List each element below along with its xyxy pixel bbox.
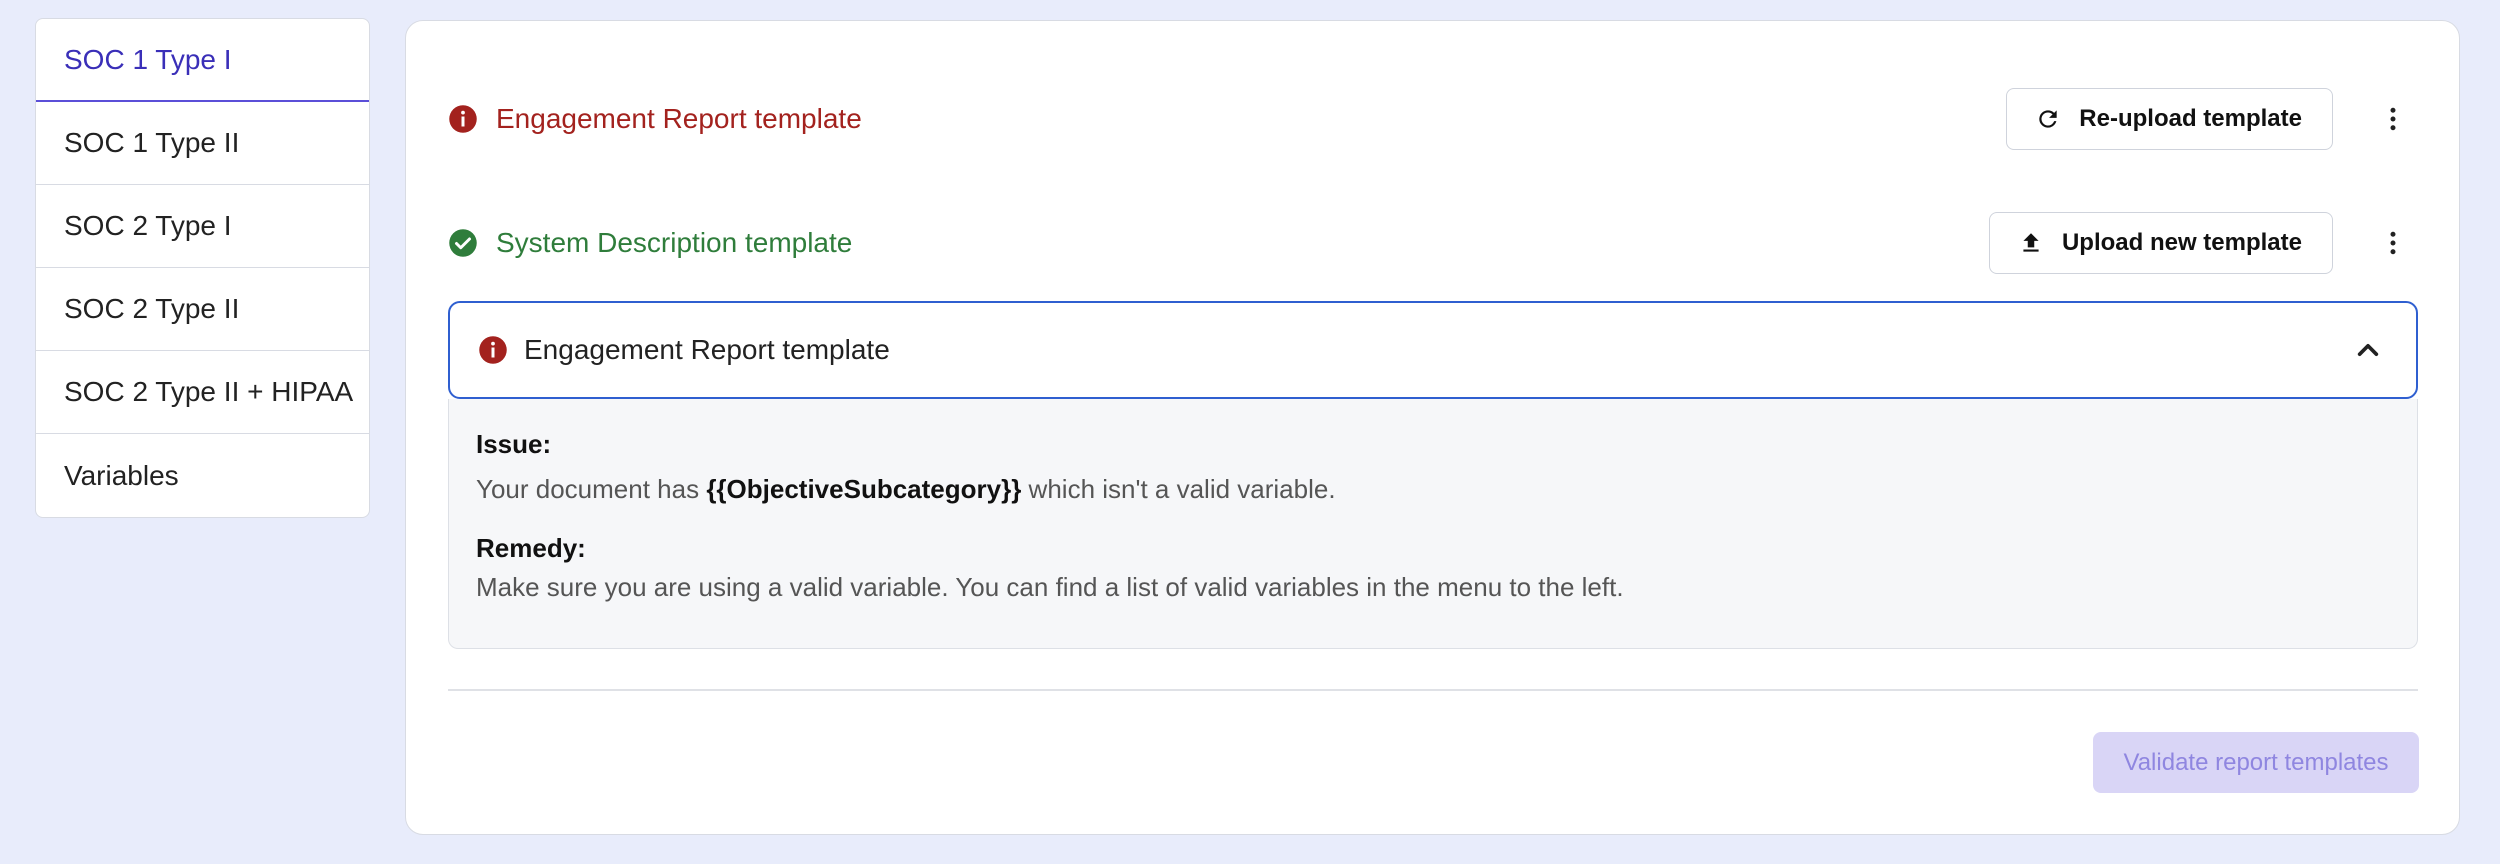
issue-prefix: Your document has	[476, 474, 707, 504]
template-title: Engagement Report template	[496, 103, 862, 134]
remedy-label: Remedy:	[476, 533, 586, 563]
sidebar-item-soc2-type2[interactable]: SOC 2 Type II	[36, 268, 369, 351]
refresh-icon	[2039, 110, 2057, 128]
validate-report-templates-button[interactable]: Validate report templates	[2093, 732, 2419, 793]
issue-accordion-body: Issue: Your document has {{ObjectiveSubc…	[448, 399, 2418, 649]
template-title: System Description template	[496, 227, 853, 258]
sidebar-item-soc1-type1[interactable]: SOC 1 Type I	[36, 19, 369, 102]
issue-text: Your document has {{ObjectiveSubcategory…	[476, 474, 2390, 505]
templates-card: Engagement Report template Re-upload tem…	[405, 20, 2460, 835]
error-icon	[449, 105, 477, 133]
invalid-variable: {{ObjectiveSubcategory}}	[706, 474, 1022, 504]
sidebar-item-variables[interactable]: Variables	[36, 434, 369, 517]
issue-label: Issue:	[476, 429, 552, 459]
divider	[448, 689, 2418, 691]
remedy-text: Make sure you are using a valid variable…	[476, 572, 1624, 602]
template-row-engagement-report: Engagement Report template Re-upload tem…	[448, 87, 2419, 151]
reupload-template-label: Re-upload template	[2079, 105, 2302, 132]
sidebar-item-soc1-type2[interactable]: SOC 1 Type II	[36, 102, 369, 185]
sidebar-item-soc2-type1[interactable]: SOC 2 Type I	[36, 185, 369, 268]
check-circle-icon	[449, 229, 477, 257]
accordion-title: Engagement Report template	[524, 334, 890, 365]
upload-icon	[2023, 233, 2039, 252]
kebab-menu-icon	[2390, 107, 2396, 131]
chevron-up-icon[interactable]	[2348, 330, 2388, 370]
template-row-system-description: System Description template Upload new t…	[448, 211, 2419, 275]
error-icon	[479, 336, 507, 364]
more-options-button[interactable]	[2367, 93, 2419, 145]
issue-accordion-header[interactable]: Engagement Report template	[448, 301, 2418, 399]
more-options-button[interactable]	[2367, 217, 2419, 269]
sidebar-item-soc2-type2-hipaa[interactable]: SOC 2 Type II + HIPAA	[36, 351, 369, 434]
issue-suffix: which isn't a valid variable.	[1021, 474, 1336, 504]
upload-new-template-button[interactable]: Upload new template	[1988, 212, 2333, 274]
sidebar-nav: SOC 1 Type I SOC 1 Type II SOC 2 Type I …	[35, 18, 370, 518]
upload-new-template-label: Upload new template	[2061, 229, 2302, 256]
reupload-template-button[interactable]: Re-upload template	[2006, 88, 2333, 150]
kebab-menu-icon	[2390, 231, 2396, 255]
